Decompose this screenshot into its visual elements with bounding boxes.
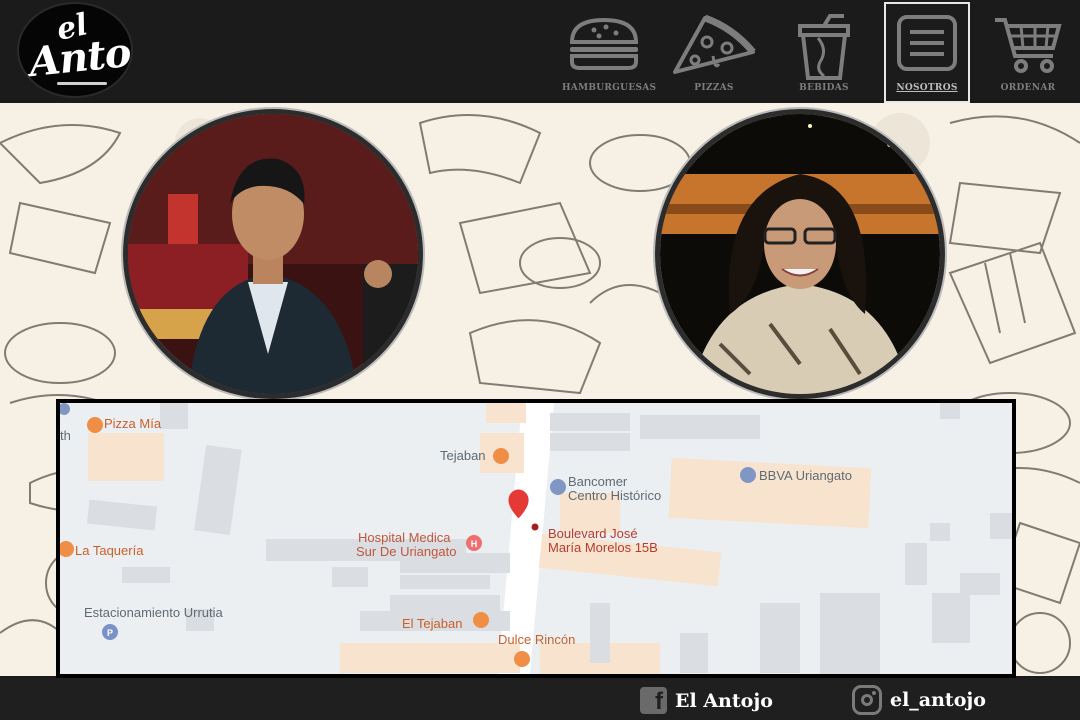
menu-icon (897, 15, 957, 71)
map-label-bancomer[interactable]: Bancomer (568, 475, 627, 489)
facebook-icon: f (640, 687, 667, 714)
location-map[interactable]: H P Pizza Mía th Tejaban Bancomer Centro … (56, 399, 1016, 678)
app-root: el Antojo HAMBURGUESAS PIZZAS BEBIDAS NO… (0, 0, 1080, 720)
drink-icon (798, 14, 850, 80)
instagram-link[interactable]: el_antojo (852, 685, 986, 715)
map-label-bbva[interactable]: BBVA Uriangato (759, 469, 852, 483)
instagram-icon (852, 685, 882, 715)
nav-ordenar[interactable]: ORDENAR (986, 4, 1070, 102)
map-label-estacionamiento[interactable]: Estacionamiento Urrutia (84, 606, 223, 620)
svg-text:H: H (471, 539, 478, 549)
nav-hamburguesas[interactable]: HAMBURGUESAS (562, 4, 657, 102)
svg-text:P: P (107, 628, 113, 638)
man-portrait (128, 114, 418, 394)
map-label-tejaban[interactable]: Tejaban (440, 449, 486, 463)
map-label-edge: th (60, 428, 71, 443)
team-photo-woman (655, 109, 945, 399)
instagram-handle: el_antojo (890, 689, 986, 711)
nav-nosotros[interactable]: NOSOTROS (884, 2, 970, 103)
facebook-link[interactable]: f El Antojo (640, 687, 773, 714)
map-label-hospital[interactable]: Hospital Medica (358, 531, 451, 545)
team-photo-man (123, 109, 423, 399)
map-label-dulce-rincon[interactable]: Dulce Rincón (498, 633, 575, 647)
brand-logo[interactable]: el Antojo (17, 2, 133, 98)
nav-label: ORDENAR (1000, 83, 1056, 93)
footer-bar: f El Antojo el_antojo (0, 678, 1080, 720)
map-label-el-tejaban[interactable]: El Tejaban (402, 617, 462, 631)
nav-pizzas[interactable]: PIZZAS (672, 4, 756, 102)
map-label-hospital-sur[interactable]: Sur De Uriangato (356, 545, 456, 559)
map-label-taqueria[interactable]: La Taquería (75, 544, 143, 558)
map-label-bancomer-centro[interactable]: Centro Histórico (568, 489, 661, 503)
nav-label: PIZZAS (694, 83, 734, 93)
header-bar: el Antojo HAMBURGUESAS PIZZAS BEBIDAS NO… (0, 0, 1080, 103)
facebook-name: El Antojo (675, 689, 773, 712)
nav-label: NOSOTROS (896, 83, 958, 93)
pizza-icon (673, 14, 756, 74)
map-pin-label-address[interactable]: María Morelos 15B (548, 541, 658, 555)
nav-bebidas[interactable]: BEBIDAS (782, 4, 866, 102)
map-pin-label[interactable]: Boulevard José (548, 527, 638, 541)
cart-icon (995, 18, 1062, 73)
logo-name-text: Antojo (26, 24, 133, 87)
nav-label: BEBIDAS (799, 83, 849, 93)
burger-icon (569, 17, 639, 70)
nav-label: HAMBURGUESAS (562, 83, 657, 93)
map-label-pizza-mia[interactable]: Pizza Mía (104, 417, 161, 431)
woman-portrait (660, 114, 940, 394)
logo-underline (57, 82, 107, 85)
